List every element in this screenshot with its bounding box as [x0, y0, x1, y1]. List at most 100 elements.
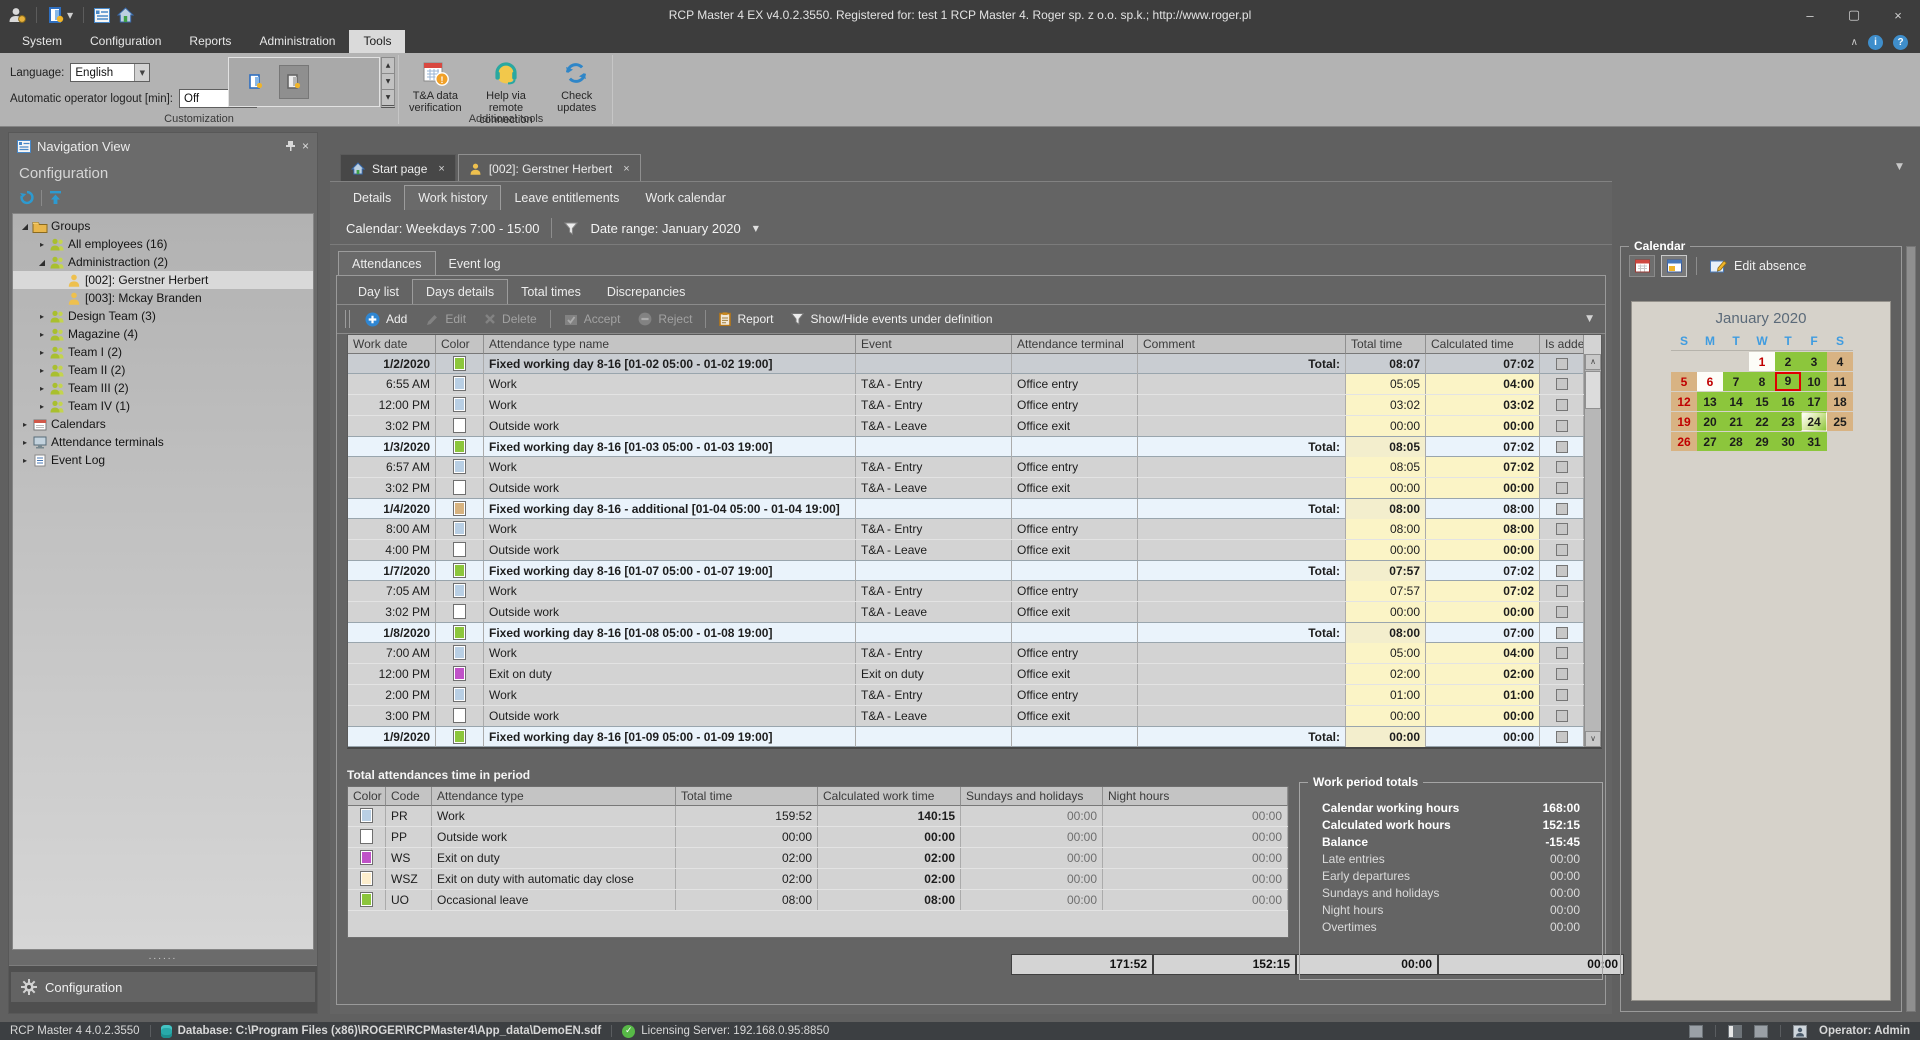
tree-expand-icon[interactable]: ▸ [36, 312, 48, 321]
collapse-all-icon[interactable] [48, 190, 63, 205]
grid-detail-row[interactable]: 2:00 PMWorkT&A - EntryOffice entry01:000… [348, 685, 1584, 706]
column-header[interactable]: Calculated time [1426, 335, 1540, 354]
calendar-day[interactable]: 19 [1671, 412, 1697, 431]
tree-item[interactable]: [003]: Mckay Branden [13, 289, 313, 307]
is-added-checkbox[interactable] [1556, 378, 1568, 390]
column-header[interactable]: Night hours [1103, 787, 1288, 806]
tree-item[interactable]: ▸Team I (2) [13, 343, 313, 361]
toolbar-overflow-caret-icon[interactable]: ▼ [1586, 314, 1599, 324]
tree-item[interactable]: ▸Event Log [13, 451, 313, 469]
tab-day-list[interactable]: Day list [345, 279, 412, 304]
is-added-checkbox[interactable] [1556, 544, 1568, 556]
tab-list-caret-icon[interactable]: ▼ [1896, 162, 1903, 172]
calendar-mode-icon[interactable] [1629, 255, 1655, 277]
panel-layout-icon[interactable] [1728, 1025, 1742, 1038]
calendar-day[interactable]: 26 [1671, 432, 1697, 451]
tree-expand-icon[interactable]: ▸ [36, 348, 48, 357]
is-added-checkbox[interactable] [1556, 606, 1568, 618]
toolbar-grip[interactable] [345, 310, 350, 328]
tree-expand-icon[interactable]: ◢ [19, 222, 31, 231]
summary-row[interactable]: PRWork159:52140:1500:0000:00 [348, 806, 1288, 827]
column-header[interactable]: Attendance terminal [1012, 335, 1138, 354]
calendar-day[interactable]: 14 [1723, 392, 1749, 411]
maximize-button[interactable]: ▢ [1832, 0, 1876, 30]
toolbar-button-accept[interactable]: Accept [555, 307, 630, 331]
report-tool-icon[interactable] [1689, 1025, 1703, 1038]
tree-expand-icon[interactable]: ▸ [19, 420, 31, 429]
menu-tab-reports[interactable]: Reports [175, 30, 245, 53]
tree-item[interactable]: ▸Magazine (4) [13, 325, 313, 343]
is-added-checkbox[interactable] [1556, 358, 1568, 370]
tree-expand-icon[interactable]: ▸ [36, 330, 48, 339]
calendar-day[interactable]: 22 [1749, 412, 1775, 431]
grid-group-row[interactable]: 1/4/2020Fixed working day 8-16 - additio… [348, 498, 1584, 519]
sidebar-close-icon[interactable]: × [302, 139, 309, 153]
menu-tab-configuration[interactable]: Configuration [76, 30, 175, 53]
tab-close-icon[interactable]: × [623, 163, 629, 175]
is-added-checkbox[interactable] [1556, 523, 1568, 535]
toolbar-button-reject[interactable]: Reject [629, 307, 701, 331]
tree-item[interactable]: ◢Groups [13, 217, 313, 235]
toolbar-button-add[interactable]: Add [356, 307, 416, 331]
app-logo-icon[interactable]: ▼ [47, 6, 73, 24]
is-added-checkbox[interactable] [1556, 689, 1568, 701]
operator-icon[interactable] [8, 7, 26, 23]
toolbar-button-show-hide-events-under-definition[interactable]: Show/Hide events under definition [782, 307, 1001, 331]
tab-days-details[interactable]: Days details [412, 279, 508, 304]
calendar-day[interactable]: 29 [1749, 432, 1775, 451]
menu-tab-tools[interactable]: Tools [349, 30, 405, 53]
app-style-option[interactable] [241, 65, 271, 99]
grid-detail-row[interactable]: 3:02 PMOutside workT&A - LeaveOffice exi… [348, 602, 1584, 623]
gallery-scroll-buttons[interactable]: ▲▼▼ [381, 57, 395, 107]
grid-detail-row[interactable]: 3:02 PMOutside workT&A - LeaveOffice exi… [348, 478, 1584, 499]
tab-total-times[interactable]: Total times [508, 279, 594, 304]
calendar-day[interactable]: 5 [1671, 372, 1697, 391]
is-added-checkbox[interactable] [1556, 441, 1568, 453]
info-icon[interactable]: i [1868, 35, 1883, 50]
calendar-day[interactable]: 7 [1723, 372, 1749, 391]
tree-item[interactable]: [002]: Gerstner Herbert [13, 271, 313, 289]
tree-item[interactable]: ▸Team IV (1) [13, 397, 313, 415]
column-header[interactable]: Total time [1346, 335, 1426, 354]
grid-scrollbar[interactable]: ∧ ∨ [1584, 354, 1601, 747]
tab-leave-entitlements[interactable]: Leave entitlements [501, 185, 632, 210]
ribbon-collapse-icon[interactable]: ∧ [1851, 37, 1858, 48]
tab-details[interactable]: Details [340, 185, 404, 210]
grid-group-row[interactable]: 1/9/2020Fixed working day 8-16 [01-09 05… [348, 726, 1584, 747]
column-header[interactable]: Work date [348, 335, 436, 354]
tree-item[interactable]: ▸Team III (2) [13, 379, 313, 397]
scroll-thumb[interactable] [1585, 371, 1601, 409]
tree-item[interactable]: ▸All employees (16) [13, 235, 313, 253]
tree-item[interactable]: ▸Design Team (3) [13, 307, 313, 325]
date-range-label[interactable]: Date range: January 2020 [590, 221, 740, 236]
calendar-day[interactable]: 17 [1801, 392, 1827, 411]
grid-group-row[interactable]: 1/3/2020Fixed working day 8-16 [01-03 05… [348, 436, 1584, 457]
panel-splitter[interactable] [1906, 246, 1916, 1012]
help-icon[interactable]: ? [1893, 35, 1908, 50]
calendar-day[interactable]: 10 [1801, 372, 1827, 391]
summary-row[interactable]: PPOutside work00:0000:0000:0000:00 [348, 827, 1288, 848]
summary-row[interactable]: WSZExit on duty with automatic day close… [348, 869, 1288, 890]
calendar-day[interactable]: 15 [1749, 392, 1775, 411]
calendar-day[interactable]: 31 [1801, 432, 1827, 451]
document-tab[interactable]: [002]: Gerstner Herbert× [458, 154, 641, 182]
sidebar-item-configuration[interactable]: Configuration [11, 972, 315, 1002]
column-header[interactable]: Comment [1138, 335, 1346, 354]
book-icon[interactable] [1754, 1025, 1768, 1038]
grid-detail-row[interactable]: 7:05 AMWorkT&A - EntryOffice entry07:570… [348, 581, 1584, 602]
column-header[interactable]: Color [348, 787, 386, 806]
tree-expand-icon[interactable]: ▸ [36, 240, 48, 249]
pin-icon[interactable] [285, 140, 296, 152]
close-button[interactable]: × [1876, 0, 1920, 30]
calendar-day[interactable]: 30 [1775, 432, 1801, 451]
is-added-checkbox[interactable] [1556, 503, 1568, 515]
grid-detail-row[interactable]: 12:00 PMWorkT&A - EntryOffice entry03:02… [348, 395, 1584, 416]
tree-item[interactable]: ▸Team II (2) [13, 361, 313, 379]
column-header[interactable]: Is added [1540, 335, 1584, 354]
edit-absence-button[interactable]: Edit absence [1706, 259, 1810, 273]
calendar-day[interactable]: 2 [1775, 352, 1801, 371]
list-view-icon[interactable] [94, 8, 110, 23]
tab-work-history[interactable]: Work history [404, 185, 501, 210]
calendar-day[interactable]: 20 [1697, 412, 1723, 431]
tree-item[interactable]: ▸Calendars [13, 415, 313, 433]
